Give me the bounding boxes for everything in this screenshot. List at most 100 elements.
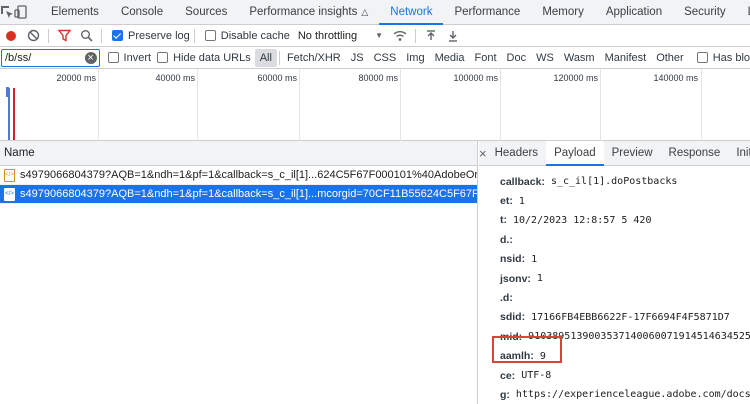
- timeline-tick-label: 60000 ms: [257, 73, 297, 83]
- param-row: et: 1: [500, 191, 750, 210]
- network-toolbar: Preserve log Disable cache No throttling…: [0, 25, 750, 47]
- clear-filter-icon[interactable]: ×: [84, 51, 97, 64]
- has-blocked-label: Has blo: [712, 51, 750, 64]
- chevron-down-icon: ▼: [375, 31, 384, 40]
- disable-cache-label: Disable cache: [220, 29, 290, 42]
- preserve-log-checkbox[interactable]: Preserve log: [112, 30, 190, 42]
- inspect-element-icon[interactable]: [0, 0, 14, 24]
- tab-console[interactable]: Console: [110, 0, 174, 24]
- type-filter-other[interactable]: Other: [651, 49, 689, 67]
- type-filter-img[interactable]: Img: [401, 49, 429, 67]
- checkbox-unchecked[interactable]: [107, 52, 119, 63]
- request-row[interactable]: </> s4979066804379?AQB=1&ndh=1&pf=1&call…: [0, 166, 477, 185]
- tab-response[interactable]: Response: [661, 141, 729, 165]
- request-name: s4979066804379?AQB=1&ndh=1&pf=1&callback…: [20, 188, 477, 200]
- hide-data-urls-checkbox[interactable]: Hide data URLs: [157, 52, 251, 64]
- record-icon[interactable]: [0, 25, 22, 47]
- name-column-header[interactable]: Name: [0, 141, 477, 166]
- request-row-selected[interactable]: </> s4979066804379?AQB=1&ndh=1&pf=1&call…: [0, 185, 477, 204]
- type-filter-manifest[interactable]: Manifest: [600, 49, 652, 67]
- request-name: s4979066804379?AQB=1&ndh=1&pf=1&callback…: [20, 169, 477, 181]
- details-tab-bar: × Headers Payload Preview Response Initi: [479, 141, 750, 166]
- export-har-icon[interactable]: [442, 25, 464, 47]
- param-key: sdid:: [500, 311, 526, 324]
- param-row: d.:: [500, 230, 750, 249]
- checkbox-checked[interactable]: [112, 30, 123, 41]
- tab-initiator[interactable]: Initi: [728, 141, 750, 165]
- request-details-pane: × Headers Payload Preview Response Initi…: [479, 141, 750, 404]
- script-file-icon: </>: [4, 187, 15, 201]
- param-key: t:: [500, 214, 507, 227]
- device-toolbar-icon[interactable]: [14, 0, 28, 24]
- param-value: 1: [531, 253, 538, 265]
- tab-lighthouse[interactable]: Lighth: [737, 0, 750, 24]
- throttling-value: No throttling: [297, 29, 358, 42]
- param-value: UTF-8: [521, 370, 552, 382]
- request-list-pane: Name </> s4979066804379?AQB=1&ndh=1&pf=1…: [0, 141, 478, 404]
- flask-icon: △: [361, 6, 369, 17]
- checkbox-unchecked[interactable]: [696, 52, 708, 63]
- tab-elements[interactable]: Elements: [40, 0, 110, 24]
- param-value: s_c_il[1].doPostbacks: [550, 176, 678, 188]
- type-separator: [278, 50, 280, 65]
- clear-icon[interactable]: [22, 25, 44, 47]
- highlight-annotation-box: [492, 336, 562, 363]
- type-filter-media[interactable]: Media: [430, 49, 470, 67]
- filter-icon[interactable]: [53, 25, 75, 47]
- timeline-tick-label: 140000 ms: [653, 73, 698, 83]
- type-filter-all[interactable]: All: [254, 48, 277, 67]
- param-value: 10/2/2023 12:8:57 5 420: [513, 214, 652, 226]
- param-row: sdid: 17166FB4EBB6622F-17F6694F4F5871D7: [500, 308, 750, 327]
- timeline-tick-label: 80000 ms: [358, 73, 398, 83]
- name-column-label: Name: [4, 147, 35, 159]
- checkbox-unchecked[interactable]: [204, 30, 216, 41]
- timeline-gridline: [701, 69, 702, 141]
- tab-payload[interactable]: Payload: [546, 141, 604, 166]
- has-blocked-cookies-checkbox[interactable]: Has blo: [696, 51, 750, 64]
- resource-type-filters: All Fetch/XHR JS CSS Img Media Font Doc …: [254, 48, 689, 67]
- type-filter-doc[interactable]: Doc: [502, 49, 532, 67]
- filter-input[interactable]: /b/ss/ ×: [1, 48, 100, 67]
- type-filter-ws[interactable]: WS: [531, 49, 559, 67]
- tab-performance-insights[interactable]: Performance insights △: [238, 0, 379, 24]
- toolbar-separator: [101, 28, 102, 43]
- param-key: nsid:: [500, 253, 526, 266]
- search-icon[interactable]: [75, 25, 97, 47]
- tab-headers[interactable]: Headers: [487, 141, 546, 165]
- tab-network[interactable]: Network: [379, 0, 444, 25]
- type-filter-css[interactable]: CSS: [369, 49, 402, 67]
- param-value: 1: [536, 273, 543, 285]
- param-key: d.:: [500, 233, 513, 246]
- type-filter-wasm[interactable]: Wasm: [559, 49, 600, 67]
- close-icon[interactable]: ×: [479, 141, 487, 165]
- tab-preview[interactable]: Preview: [604, 141, 661, 165]
- toolbar-separator: [48, 28, 49, 43]
- type-filter-font[interactable]: Font: [470, 49, 502, 67]
- hide-data-urls-label: Hide data URLs: [173, 51, 251, 64]
- timeline-gridline: [400, 69, 401, 141]
- dom-content-loaded-line: [8, 88, 10, 140]
- disable-cache-checkbox[interactable]: Disable cache: [204, 29, 290, 42]
- tab-memory[interactable]: Memory: [531, 0, 595, 24]
- param-value: 1: [518, 195, 525, 207]
- payload-params-list: callback: s_c_il[1].doPostbacks et: 1 t: 10…: [479, 166, 750, 404]
- param-key: et:: [500, 195, 513, 208]
- timeline-tick-label: 120000 ms: [553, 73, 598, 83]
- invert-checkbox[interactable]: Invert: [107, 51, 152, 64]
- tab-security[interactable]: Security: [673, 0, 737, 24]
- param-key: .d:: [500, 292, 513, 305]
- type-filter-js[interactable]: JS: [346, 49, 369, 67]
- network-overview-timeline[interactable]: 20000 ms 40000 ms 60000 ms 80000 ms 1000…: [0, 69, 750, 141]
- param-key: g:: [500, 388, 510, 401]
- filter-input-value: /b/ss/: [5, 51, 32, 64]
- invert-label: Invert: [123, 51, 152, 64]
- tab-performance[interactable]: Performance: [443, 0, 531, 24]
- import-har-icon[interactable]: [420, 25, 442, 47]
- timeline-gridline: [98, 69, 99, 141]
- tab-application[interactable]: Application: [595, 0, 673, 24]
- type-filter-fetch-xhr[interactable]: Fetch/XHR: [282, 49, 346, 67]
- tab-sources[interactable]: Sources: [174, 0, 238, 24]
- network-conditions-icon[interactable]: [389, 25, 411, 47]
- checkbox-unchecked[interactable]: [157, 52, 169, 63]
- throttling-select[interactable]: No throttling ▼: [298, 30, 383, 42]
